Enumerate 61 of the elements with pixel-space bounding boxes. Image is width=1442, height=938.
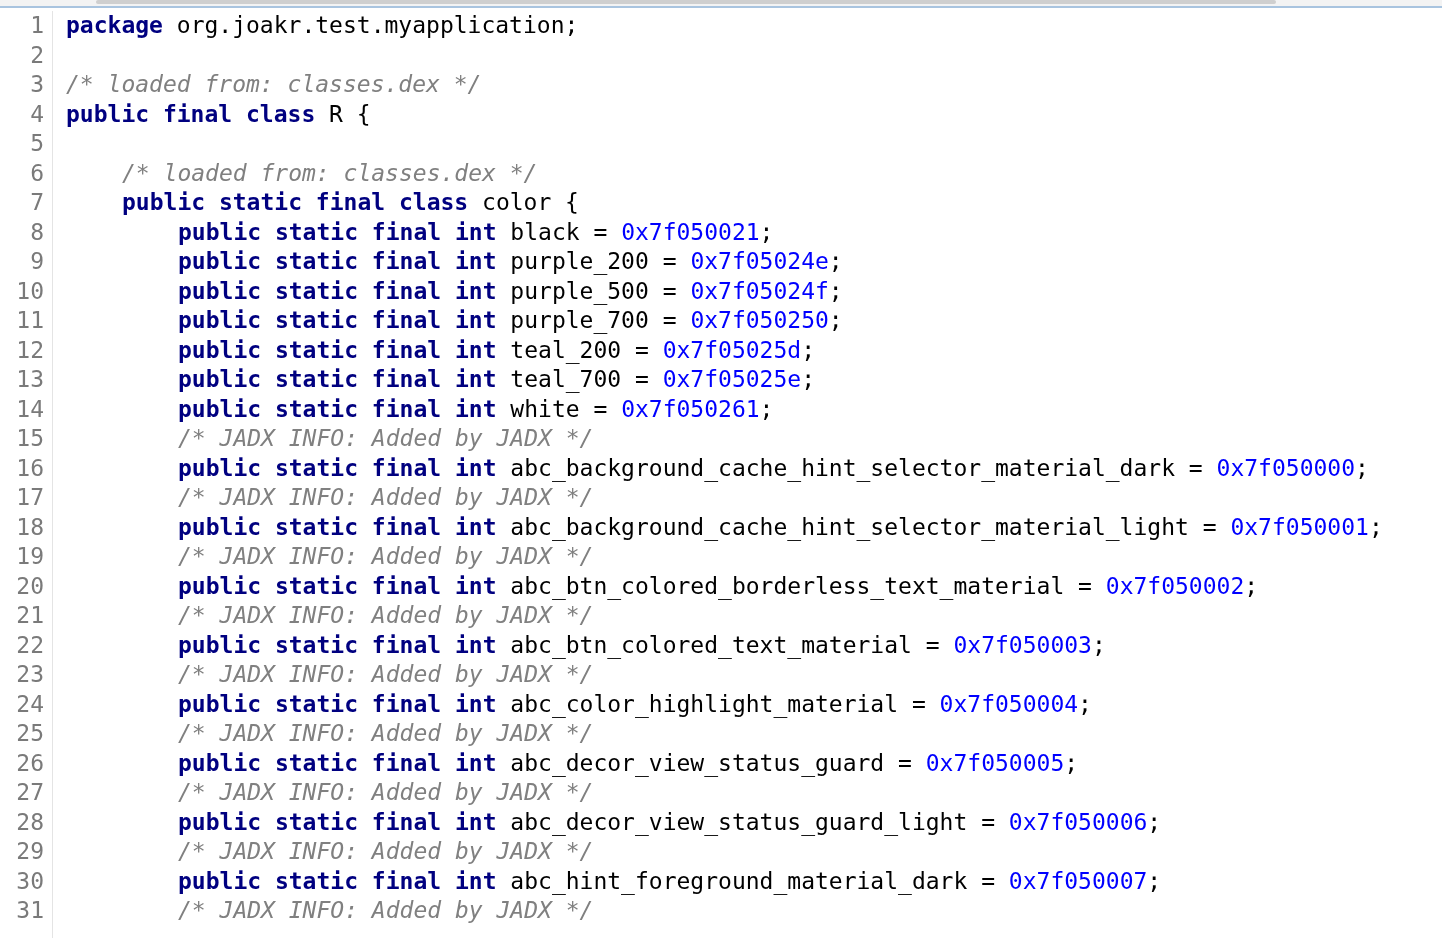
line-number: 5 — [30, 130, 44, 156]
line-number: 9 — [30, 248, 44, 274]
scrollbar-thumb[interactable] — [96, 0, 1276, 4]
line-number: 2 — [30, 41, 44, 68]
code-line: public static final int abc_btn_colored_borderless_text_material = 0x7f050002; — [178, 572, 1259, 599]
code-line: public static final int black = 0x7f050021; — [178, 218, 774, 245]
line-number: 16 — [16, 454, 44, 481]
code-line: public static final int purple_200 = 0x7f05024e; — [178, 248, 843, 274]
code-line: public static final int teal_700 = 0x7f05025e; — [178, 366, 815, 392]
line-number: 18 — [16, 513, 44, 540]
code-line: public static final int abc_background_cache_hint_selector_material_light = 0x7f050001; — [178, 513, 1383, 540]
code-line: public static final int white = 0x7f050261; — [178, 395, 774, 422]
code-line: public static final int purple_700 = 0x7f050250; — [178, 307, 843, 333]
code-line: public static final int teal_200 = 0x7f05025d; — [178, 336, 815, 363]
code-line: public static final class color { — [122, 189, 579, 215]
line-number: 12 — [16, 336, 44, 363]
line-number: 11 — [16, 307, 44, 333]
code-line: public static final int abc_btn_colored_text_material = 0x7f050003; — [178, 631, 1106, 658]
line-number: 28 — [16, 808, 44, 835]
line-number: 15 — [16, 425, 44, 451]
code-line: public static final int abc_decor_view_status_guard = 0x7f050005; — [178, 749, 1079, 776]
line-number: 23 — [16, 661, 44, 687]
line-number: 31 — [16, 897, 44, 923]
line-number: 17 — [16, 484, 44, 510]
line-number: 19 — [16, 543, 44, 569]
code-line: public static final int abc_hint_foreground_material_dark = 0x7f050007; — [178, 867, 1162, 894]
line-number: 14 — [16, 395, 44, 422]
code-line: /* JADX INFO: Added by JADX */ — [178, 661, 594, 687]
code-line: public static final int abc_color_highlight_material = 0x7f050004; — [178, 690, 1092, 717]
line-number: 6 — [30, 159, 44, 186]
code-line: public static final int abc_background_cache_hint_selector_material_dark = 0x7f050000; — [178, 454, 1369, 481]
line-number: 10 — [16, 277, 44, 304]
code-line: /* loaded from: classes.dex */ — [66, 71, 482, 97]
line-number: 1 — [30, 12, 44, 38]
line-number: 27 — [16, 779, 44, 805]
line-number: 3 — [30, 71, 44, 97]
line-number: 22 — [16, 631, 44, 658]
line-number: 13 — [16, 366, 44, 392]
line-number: 30 — [16, 867, 44, 894]
line-number: 25 — [16, 720, 44, 746]
code-line: /* loaded from: classes.dex */ — [122, 159, 538, 186]
code-line: public static final int abc_decor_view_status_guard_light = 0x7f050006; — [178, 808, 1162, 835]
line-number: 4 — [30, 100, 44, 127]
code-line: public static final int purple_500 = 0x7f05024f; — [178, 277, 843, 304]
code-line: /* JADX INFO: Added by JADX */ — [178, 602, 594, 628]
line-number: 21 — [16, 602, 44, 628]
line-number: 29 — [16, 838, 44, 864]
line-number: 7 — [30, 189, 44, 215]
line-number: 26 — [16, 749, 44, 776]
code-line: /* JADX INFO: Added by JADX */ — [178, 484, 594, 510]
code-line: /* JADX INFO: Added by JADX */ — [178, 720, 594, 746]
code-line: /* JADX INFO: Added by JADX */ — [178, 425, 594, 451]
line-number: 8 — [30, 218, 44, 245]
code-line: /* JADX INFO: Added by JADX */ — [178, 897, 594, 923]
line-number: 24 — [16, 690, 44, 717]
line-number: 20 — [16, 572, 44, 599]
code-line: package org.joakr.test.myapplication; — [66, 12, 579, 38]
code-line: /* JADX INFO: Added by JADX */ — [178, 779, 594, 805]
code-line: public final class R { — [66, 100, 371, 127]
code-line: /* JADX INFO: Added by JADX */ — [178, 838, 594, 864]
code-line: /* JADX INFO: Added by JADX */ — [178, 543, 594, 569]
